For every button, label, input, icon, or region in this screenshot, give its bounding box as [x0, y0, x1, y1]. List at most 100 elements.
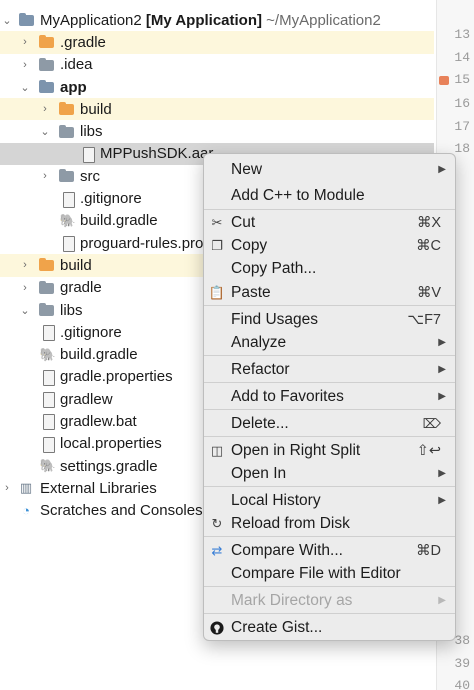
- submenu-arrow-icon: ▶: [438, 468, 446, 479]
- menu-separator: [204, 409, 455, 410]
- menu-item-copy-path[interactable]: Copy Path...: [204, 257, 455, 280]
- tree-item-label: MPPushSDK.aar: [100, 145, 214, 163]
- text-file-icon: [60, 235, 76, 253]
- tree-item-app-build[interactable]: › build: [0, 98, 434, 121]
- gradle-icon: 🐘: [59, 212, 77, 228]
- tree-item-label: gradle: [60, 279, 102, 297]
- chevron-right-icon[interactable]: ›: [20, 259, 30, 271]
- module-folder-icon: [38, 79, 54, 95]
- tree-item-label: .gradle: [60, 33, 106, 51]
- copy-icon: ❐: [211, 237, 223, 253]
- context-menu: New ▶ Add C++ to Module ✂ Cut ⌘X ❐ Copy …: [203, 153, 456, 641]
- menu-item-reload-from-disk[interactable]: ↻ Reload from Disk: [204, 512, 455, 535]
- line-number: 38: [454, 633, 470, 648]
- github-icon: [209, 620, 225, 636]
- menu-item-mark-directory-as[interactable]: Mark Directory as ▶: [204, 589, 455, 612]
- menu-separator: [204, 536, 455, 537]
- properties-file-icon: [40, 436, 56, 453]
- menu-item-find-usages[interactable]: Find Usages ⌥F7: [204, 308, 455, 331]
- folder-icon: [58, 124, 74, 140]
- folder-icon: [58, 101, 74, 117]
- gradle-icon: 🐘: [39, 458, 57, 474]
- gitignore-file-icon: [40, 324, 56, 342]
- chevron-right-icon[interactable]: ›: [20, 282, 30, 294]
- line-number: 18: [454, 141, 470, 156]
- menu-separator: [204, 355, 455, 356]
- menu-item-compare-file-with-editor[interactable]: Compare File with Editor: [204, 562, 455, 585]
- tree-item-label: app: [60, 78, 87, 96]
- menu-separator: [204, 613, 455, 614]
- shortcut: ⌘C: [416, 237, 441, 254]
- chevron-right-icon[interactable]: ›: [2, 482, 12, 494]
- chevron-down-icon[interactable]: ⌄: [20, 305, 30, 317]
- menu-item-add-cpp[interactable]: Add C++ to Module: [204, 184, 455, 207]
- root-module: [My Application]: [145, 11, 262, 29]
- chevron-right-icon[interactable]: ›: [40, 170, 50, 182]
- tree-item-label: proguard-rules.pro: [80, 234, 204, 252]
- properties-file-icon: [40, 369, 56, 386]
- chevron-down-icon[interactable]: ⌄: [40, 126, 50, 138]
- tree-item-label: gradle.properties: [60, 368, 173, 386]
- folder-icon: [38, 34, 54, 50]
- chevron-down-icon[interactable]: ⌄: [2, 15, 12, 27]
- delete-key-icon: ⌦: [422, 415, 441, 431]
- shortcut: ⌘X: [416, 214, 441, 231]
- submenu-arrow-icon: ▶: [438, 164, 446, 175]
- submenu-arrow-icon: ▶: [438, 364, 446, 375]
- menu-item-paste[interactable]: 📋 Paste ⌘V: [204, 281, 455, 304]
- line-number: 40: [454, 678, 470, 690]
- menu-item-open-right-split[interactable]: ◫ Open in Right Split ⇧↩: [204, 439, 455, 462]
- submenu-arrow-icon: ▶: [438, 495, 446, 506]
- tree-item-app-libs[interactable]: ⌄ libs: [0, 120, 434, 142]
- tree-item-app[interactable]: ⌄ app: [0, 76, 434, 98]
- tree-item-label: build.gradle: [60, 346, 138, 364]
- chevron-down-icon[interactable]: ⌄: [20, 82, 30, 94]
- tree-item-idea[interactable]: › .idea: [0, 54, 434, 76]
- submenu-arrow-icon: ▶: [438, 391, 446, 402]
- folder-icon: [38, 302, 54, 318]
- gradle-icon: 🐘: [39, 346, 57, 362]
- shortcut: ⌥F7: [407, 311, 441, 328]
- line-number: 16: [454, 96, 470, 111]
- tree-item-label: settings.gradle: [60, 457, 158, 475]
- root-path: ~/MyApplication2: [266, 11, 381, 29]
- module-folder-icon: [18, 12, 34, 28]
- menu-item-create-gist[interactable]: Create Gist...: [204, 616, 455, 639]
- menu-item-compare-with[interactable]: ⇄ Compare With... ⌘D: [204, 539, 455, 562]
- gitignore-file-icon: [60, 191, 76, 208]
- shortcut: ⌘D: [416, 542, 441, 559]
- chevron-right-icon[interactable]: ›: [20, 36, 30, 48]
- menu-item-delete[interactable]: Delete... ⌦: [204, 412, 455, 435]
- chevron-right-icon[interactable]: ›: [20, 59, 30, 71]
- menu-item-open-in[interactable]: Open In ▶: [204, 462, 455, 485]
- line-number: 13: [454, 27, 470, 42]
- tree-item-label: libs: [80, 123, 103, 141]
- chevron-right-icon[interactable]: ›: [40, 103, 50, 115]
- menu-item-refactor[interactable]: Refactor ▶: [204, 358, 455, 381]
- tree-item-gradle-dir[interactable]: › .gradle: [0, 31, 434, 54]
- folder-icon: [38, 257, 54, 273]
- scissors-icon: ✂: [211, 214, 223, 230]
- folder-icon: [38, 57, 54, 73]
- tree-item-label: .gitignore: [80, 190, 142, 208]
- menu-separator: [204, 586, 455, 587]
- archive-file-icon: [80, 146, 96, 163]
- shortcut: ⇧↩: [416, 442, 441, 459]
- menu-item-analyze[interactable]: Analyze ▶: [204, 331, 455, 354]
- menu-separator: [204, 382, 455, 383]
- menu-separator: [204, 305, 455, 306]
- menu-item-add-to-favorites[interactable]: Add to Favorites ▶: [204, 385, 455, 408]
- tree-item-label: gradlew: [60, 390, 113, 408]
- tree-item-label: gradlew.bat: [60, 412, 137, 430]
- text-file-icon: [40, 413, 56, 431]
- menu-item-copy[interactable]: ❐ Copy ⌘C: [204, 234, 455, 257]
- tree-root[interactable]: ⌄ MyApplication2 [My Application] ~/MyAp…: [0, 9, 434, 31]
- library-icon: ▥: [19, 480, 33, 496]
- menu-item-new[interactable]: New ▶: [204, 158, 455, 181]
- shell-script-icon: [40, 391, 56, 409]
- tree-item-label: Scratches and Consoles: [40, 502, 203, 520]
- submenu-arrow-icon: ▶: [438, 337, 446, 348]
- breakpoint-icon[interactable]: [439, 76, 449, 85]
- menu-item-local-history[interactable]: Local History ▶: [204, 489, 455, 512]
- menu-item-cut[interactable]: ✂ Cut ⌘X: [204, 211, 455, 234]
